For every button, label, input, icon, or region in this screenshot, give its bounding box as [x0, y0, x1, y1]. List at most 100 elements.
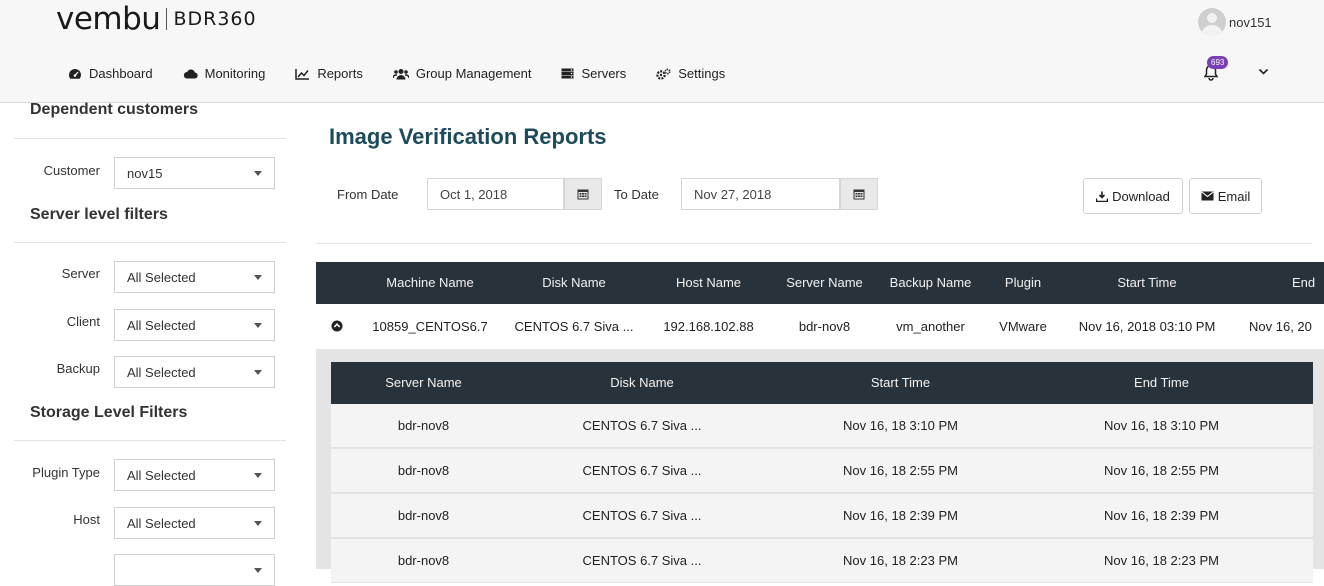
caret-down-icon — [254, 521, 262, 526]
filter-sidebar: Dependent customers Customer nov15 Serve… — [0, 101, 300, 586]
server-name-cell: bdr-nov8 — [798, 319, 851, 334]
client-select-value: All Selected — [127, 317, 196, 333]
end-time-cell: Nov 16, 18 2:55 PM — [1104, 463, 1219, 478]
server-icon — [561, 68, 574, 79]
nav-label: Monitoring — [204, 66, 266, 81]
host-select-value: All Selected — [127, 515, 196, 531]
divider — [14, 242, 286, 243]
column-header[interactable]: Backup Name — [883, 262, 978, 304]
customer-label: Customer — [43, 163, 100, 178]
server-name-cell: bdr-nov8 — [397, 463, 450, 478]
column-header[interactable]: Machine Name — [374, 262, 486, 304]
to-date-label: To Date — [614, 187, 659, 202]
server-name-cell: bdr-nov8 — [397, 553, 450, 568]
column-header[interactable]: Start Time — [1068, 262, 1226, 304]
chevron-down-icon[interactable] — [1258, 68, 1269, 76]
end-time-cell: Nov 16, 18 2:39 PM — [1104, 508, 1219, 523]
disk-name-cell: CENTOS 6.7 Siva ... — [582, 463, 702, 478]
to-date-calendar-button[interactable] — [840, 178, 878, 210]
logo-divider — [166, 8, 168, 30]
calendar-icon — [577, 189, 589, 200]
nav-label: Servers — [581, 66, 627, 81]
expanded-detail-panel: Server Name Disk Name Start Time End Tim… — [316, 349, 1324, 583]
main-nav: Dashboard Monitoring Reports Group Manag… — [68, 66, 755, 81]
caret-down-icon — [254, 171, 262, 176]
column-header[interactable]: Start Time — [808, 362, 993, 404]
nav-monitoring[interactable]: Monitoring — [183, 66, 266, 81]
from-date-label: From Date — [337, 187, 399, 202]
brand-logo[interactable]: vembu BDR360 — [56, 1, 257, 37]
download-button[interactable]: Download — [1083, 178, 1183, 214]
start-time-cell: Nov 16, 18 3:10 PM — [843, 418, 958, 433]
column-header[interactable]: Server Name — [777, 262, 872, 304]
download-icon — [1096, 191, 1109, 202]
divider — [14, 138, 286, 139]
client-select[interactable]: All Selected — [114, 309, 275, 341]
host-label: Host — [73, 512, 100, 527]
plugin-type-label: Plugin Type — [32, 465, 100, 480]
nav-servers[interactable]: Servers — [561, 66, 626, 81]
caret-down-icon — [254, 323, 262, 328]
end-time-cell: Nov 16, 18 3:10 PM — [1104, 418, 1219, 433]
detail-row[interactable]: bdr-nov8 CENTOS 6.7 Siva ... Nov 16, 18 … — [331, 449, 1313, 493]
backup-label: Backup — [56, 361, 100, 376]
nav-label: Dashboard — [89, 66, 153, 81]
column-header[interactable]: Disk Name — [556, 362, 728, 404]
storage-filters-heading: Storage Level Filters — [30, 404, 188, 421]
username[interactable]: nov151 — [1229, 15, 1272, 30]
detail-row[interactable]: bdr-nov8 CENTOS 6.7 Siva ... Nov 16, 18 … — [331, 539, 1313, 583]
detail-table-header: Server Name Disk Name Start Time End Tim… — [331, 362, 1313, 404]
disk-name-cell: CENTOS 6.7 Siva ... — [582, 418, 702, 433]
end-time-cell: Nov 16, 18 2:23 PM — [1104, 553, 1219, 568]
user-menu[interactable]: nov151 — [1198, 8, 1272, 36]
server-name-cell: bdr-nov8 — [397, 418, 450, 433]
nav-dashboard[interactable]: Dashboard — [68, 66, 153, 81]
backup-select[interactable]: All Selected — [114, 356, 275, 388]
product-name: BDR360 — [173, 8, 257, 30]
avatar[interactable] — [1198, 8, 1226, 36]
plugin-type-select[interactable]: All Selected — [114, 459, 275, 491]
column-header[interactable]: Plugin — [988, 262, 1058, 304]
column-header[interactable]: Server Name — [351, 362, 496, 404]
brand-name: vembu — [56, 1, 161, 37]
arrow-circle-up-icon[interactable] — [331, 320, 343, 332]
start-time-cell: Nov 16, 18 2:39 PM — [843, 508, 958, 523]
from-date-input[interactable]: Oct 1, 2018 — [427, 178, 564, 210]
column-header[interactable]: Disk Name — [514, 262, 634, 304]
start-time-cell: Nov 16, 18 2:55 PM — [843, 463, 958, 478]
report-table-header: Machine Name Disk Name Host Name Server … — [316, 262, 1324, 304]
customer-select-value: nov15 — [127, 165, 163, 181]
caret-down-icon — [254, 370, 262, 375]
plugin-cell: VMware — [999, 319, 1047, 334]
disk-name-cell: CENTOS 6.7 Siva ... — [514, 319, 634, 334]
nav-reports[interactable]: Reports — [295, 66, 363, 81]
column-header[interactable]: Host Name — [651, 262, 766, 304]
to-date-value: Nov 27, 2018 — [694, 186, 772, 202]
to-date-input[interactable]: Nov 27, 2018 — [681, 178, 840, 210]
detail-row[interactable]: bdr-nov8 CENTOS 6.7 Siva ... Nov 16, 18 … — [331, 494, 1313, 538]
backup-select-value: All Selected — [127, 364, 196, 380]
from-date-calendar-button[interactable] — [564, 178, 602, 210]
users-icon — [392, 68, 409, 79]
line-chart-icon — [295, 68, 310, 80]
column-header[interactable]: End — [1292, 262, 1324, 304]
machine-select[interactable] — [114, 554, 275, 586]
email-button[interactable]: Email — [1189, 178, 1262, 214]
nav-settings[interactable]: Settings — [656, 66, 725, 81]
machine-name-cell: 10859_CENTOS6.7 — [372, 319, 488, 334]
column-header[interactable]: End Time — [1069, 362, 1254, 404]
gears-icon — [656, 67, 671, 80]
notification-badge[interactable]: 693 — [1207, 56, 1229, 69]
nav-group-management[interactable]: Group Management — [392, 66, 531, 81]
customer-select[interactable]: nov15 — [114, 157, 275, 189]
server-select-value: All Selected — [127, 269, 196, 285]
detail-row[interactable]: bdr-nov8 CENTOS 6.7 Siva ... Nov 16, 18 … — [331, 404, 1313, 448]
table-row[interactable]: 10859_CENTOS6.7 CENTOS 6.7 Siva ... 192.… — [316, 304, 1324, 349]
host-name-cell: 192.168.102.88 — [663, 319, 754, 334]
server-filters-heading: Server level filters — [30, 206, 168, 223]
report-panel: Image Verification Reports From Date Oct… — [316, 104, 1324, 583]
host-select[interactable]: All Selected — [114, 507, 275, 539]
server-select[interactable]: All Selected — [114, 261, 275, 293]
backup-name-cell: vm_another — [896, 319, 965, 334]
start-time-cell: Nov 16, 2018 03:10 PM — [1078, 319, 1216, 334]
